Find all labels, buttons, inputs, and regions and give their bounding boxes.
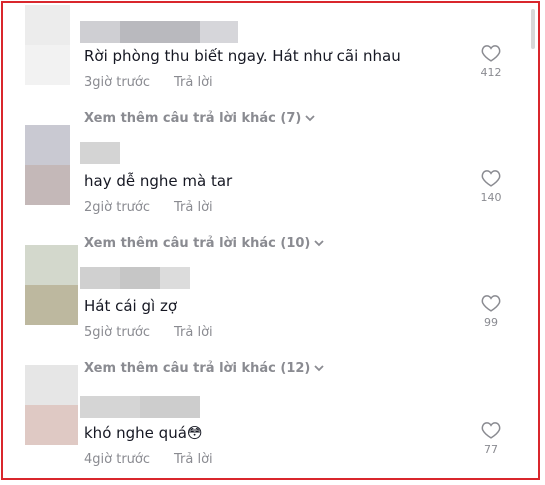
comment-text: Rời phòng thu biết ngay. Hát như cãi nha… (84, 47, 401, 65)
comment-meta: 5giờ trước Trả lời (84, 325, 213, 340)
reply-button[interactable]: Trả lời (174, 200, 213, 215)
comment-meta: 4giờ trước Trả lời (84, 452, 213, 467)
like-count: 77 (484, 443, 498, 456)
comment-text: hay dễ nghe mà tar (84, 172, 233, 190)
heart-outline-icon (481, 45, 501, 62)
comment-time: 2giờ trước (84, 200, 151, 215)
avatar[interactable] (25, 5, 70, 85)
username-blurred[interactable] (80, 21, 238, 43)
reply-button[interactable]: Trả lời (174, 452, 213, 467)
like-count: 140 (480, 191, 502, 204)
heart-outline-icon (481, 170, 501, 187)
avatar[interactable] (25, 245, 78, 325)
scrollbar[interactable] (530, 3, 536, 478)
heart-outline-icon (481, 422, 501, 439)
comment-text: Hát cái gì zợ (84, 297, 178, 315)
like-button[interactable]: 140 (477, 168, 505, 204)
comment-time: 3giờ trước (84, 75, 151, 90)
username-blurred[interactable] (80, 396, 200, 418)
avatar[interactable] (25, 365, 78, 445)
like-count: 412 (480, 66, 502, 79)
comment-item: Rời phòng thu biết ngay. Hát như cãi nha… (3, 3, 523, 113)
reply-button[interactable]: Trả lời (174, 75, 213, 90)
like-button[interactable]: 99 (477, 293, 505, 329)
comment-meta: 3giờ trước Trả lời (84, 75, 213, 90)
scrollbar-thumb[interactable] (531, 9, 535, 49)
heart-outline-icon (481, 295, 501, 312)
chevron-down-icon (305, 115, 315, 122)
comment-item: khó nghe quá😳 4giờ trước Trả lời 77 (3, 365, 523, 478)
username-blurred[interactable] (80, 267, 190, 289)
comment-time: 5giờ trước (84, 325, 151, 340)
comment-item: hay dễ nghe mà tar 2giờ trước Trả lời 140 (3, 123, 523, 228)
like-count: 99 (484, 316, 498, 329)
username-blurred[interactable] (80, 142, 120, 164)
comment-meta: 2giờ trước Trả lời (84, 200, 213, 215)
comment-item: Hát cái gì zợ 5giờ trước Trả lời 99 (3, 245, 523, 351)
comment-text: khó nghe quá😳 (84, 424, 203, 442)
comment-panel: Rời phòng thu biết ngay. Hát như cãi nha… (1, 1, 540, 480)
reply-button[interactable]: Trả lời (174, 325, 213, 340)
avatar[interactable] (25, 125, 70, 205)
like-button[interactable]: 77 (477, 420, 505, 456)
like-button[interactable]: 412 (477, 43, 505, 79)
comment-time: 4giờ trước (84, 452, 151, 467)
